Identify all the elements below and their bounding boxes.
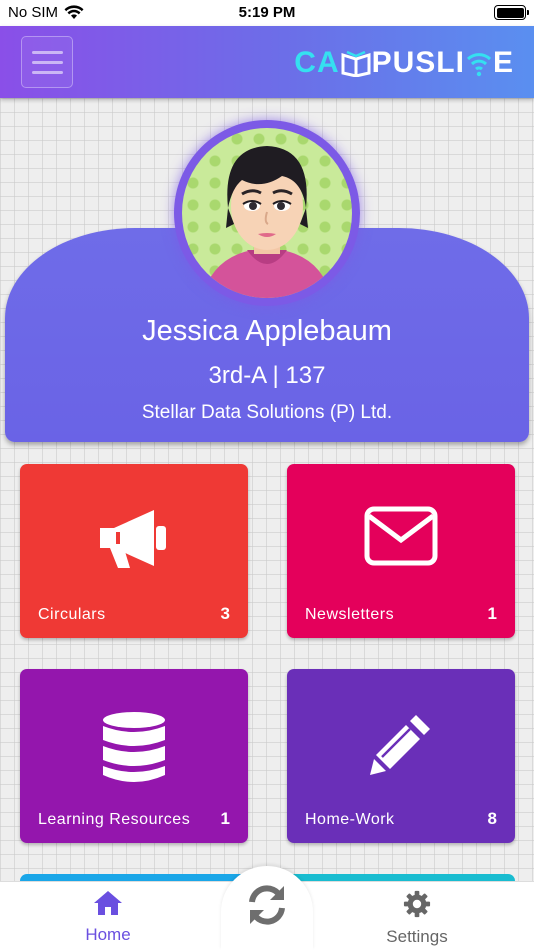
tile-label: Newsletters (305, 606, 395, 623)
tile-count: 3 (220, 604, 230, 623)
tile-count: 1 (220, 809, 230, 828)
tile-count: 1 (487, 604, 497, 623)
status-bar: No SIM 5:19 PM (0, 0, 534, 26)
tab-home-label: Home (85, 925, 131, 944)
brand-logo: CA PUSLI E (294, 46, 514, 80)
tile-newsletters[interactable]: Newsletters 1 (287, 464, 515, 638)
app-header: CA PUSLI E (0, 26, 534, 98)
tile-count: 8 (487, 809, 497, 828)
home-icon (94, 891, 122, 915)
tab-home[interactable]: Home (48, 890, 168, 945)
tile-circulars[interactable]: Circulars 3 (20, 464, 248, 638)
avatar[interactable] (174, 120, 360, 306)
hamburger-icon-line (31, 70, 63, 74)
database-icon (103, 712, 165, 782)
tile-label: Circulars (38, 606, 106, 623)
tile-home-work[interactable]: Home-Work 8 (287, 669, 515, 843)
wifi-icon (466, 53, 492, 77)
school-name: Stellar Data Solutions (P) Ltd. (141, 402, 393, 423)
brand-text-part3: E (492, 46, 514, 79)
status-time: 5:19 PM (238, 4, 296, 21)
brand-text-part1: CA (294, 46, 340, 79)
hamburger-icon-line (31, 50, 63, 54)
gear-icon (403, 890, 431, 918)
avatar-image (182, 128, 352, 298)
refresh-button[interactable] (221, 866, 313, 950)
megaphone-icon (100, 510, 166, 568)
envelope-icon (364, 506, 438, 566)
menu-button[interactable] (21, 36, 73, 88)
refresh-icon (249, 885, 285, 925)
brand-text-part2: PUSLI (371, 46, 465, 79)
battery-icon (494, 5, 529, 20)
tab-settings-label: Settings (386, 927, 448, 946)
tile-learning-resources[interactable]: Learning Resources 1 (20, 669, 248, 843)
pencil-icon (370, 715, 430, 775)
open-book-icon (341, 50, 371, 77)
student-portrait-icon (202, 146, 332, 298)
tile-label: Learning Resources (38, 811, 191, 828)
tile-label: Home-Work (305, 811, 395, 828)
hamburger-icon-line (31, 60, 63, 64)
tab-settings[interactable]: Settings (357, 890, 477, 947)
class-roll: 3rd-A | 137 (208, 362, 326, 389)
student-name: Jessica Applebaum (142, 315, 392, 347)
